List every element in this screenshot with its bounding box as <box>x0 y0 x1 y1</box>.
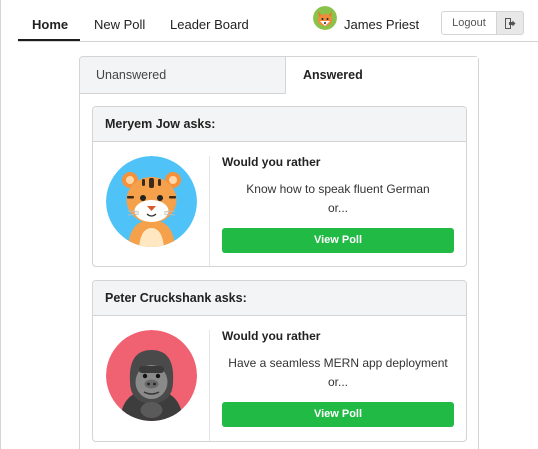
view-poll-button[interactable]: View Poll <box>222 402 454 427</box>
question-author-header: Peter Cruckshank asks: <box>93 281 466 316</box>
logout-button[interactable]: Logout <box>441 11 497 35</box>
card-divider <box>209 330 210 441</box>
tab-unanswered[interactable]: Unanswered <box>80 57 286 94</box>
user-name: James Priest <box>344 17 420 32</box>
page-edge <box>0 0 1 449</box>
nav-home[interactable]: Home <box>32 17 68 32</box>
questions-panel: Unanswered Answered Meryem Jow asks: Wou… <box>79 56 479 449</box>
question-card: Meryem Jow asks: Would you rather Know h… <box>92 106 467 267</box>
sign-out-icon <box>505 18 516 29</box>
gorilla-avatar-icon <box>106 330 197 421</box>
question-or: or... <box>327 375 348 389</box>
logout-icon-button[interactable] <box>497 11 524 35</box>
question-option: Have a seamless MERN app deployment <box>228 356 448 370</box>
question-title: Would you rather <box>222 155 321 169</box>
question-title: Would you rather <box>222 329 321 343</box>
card-divider <box>209 156 210 266</box>
question-card: Peter Cruckshank asks: Would you rather … <box>92 280 467 442</box>
nav-new-poll[interactable]: New Poll <box>94 17 145 32</box>
question-option: Know how to speak fluent German <box>246 182 430 196</box>
question-or: or... <box>327 201 348 215</box>
view-poll-button[interactable]: View Poll <box>222 228 454 253</box>
question-author-header: Meryem Jow asks: <box>93 107 466 142</box>
tab-answered[interactable]: Answered <box>286 57 478 94</box>
nav-divider <box>18 41 538 42</box>
nav-leader-board[interactable]: Leader Board <box>170 17 249 32</box>
tiger-avatar-icon <box>106 156 197 247</box>
fox-avatar-icon <box>313 6 337 30</box>
top-nav: Home New Poll Leader Board James Priest … <box>0 0 538 44</box>
